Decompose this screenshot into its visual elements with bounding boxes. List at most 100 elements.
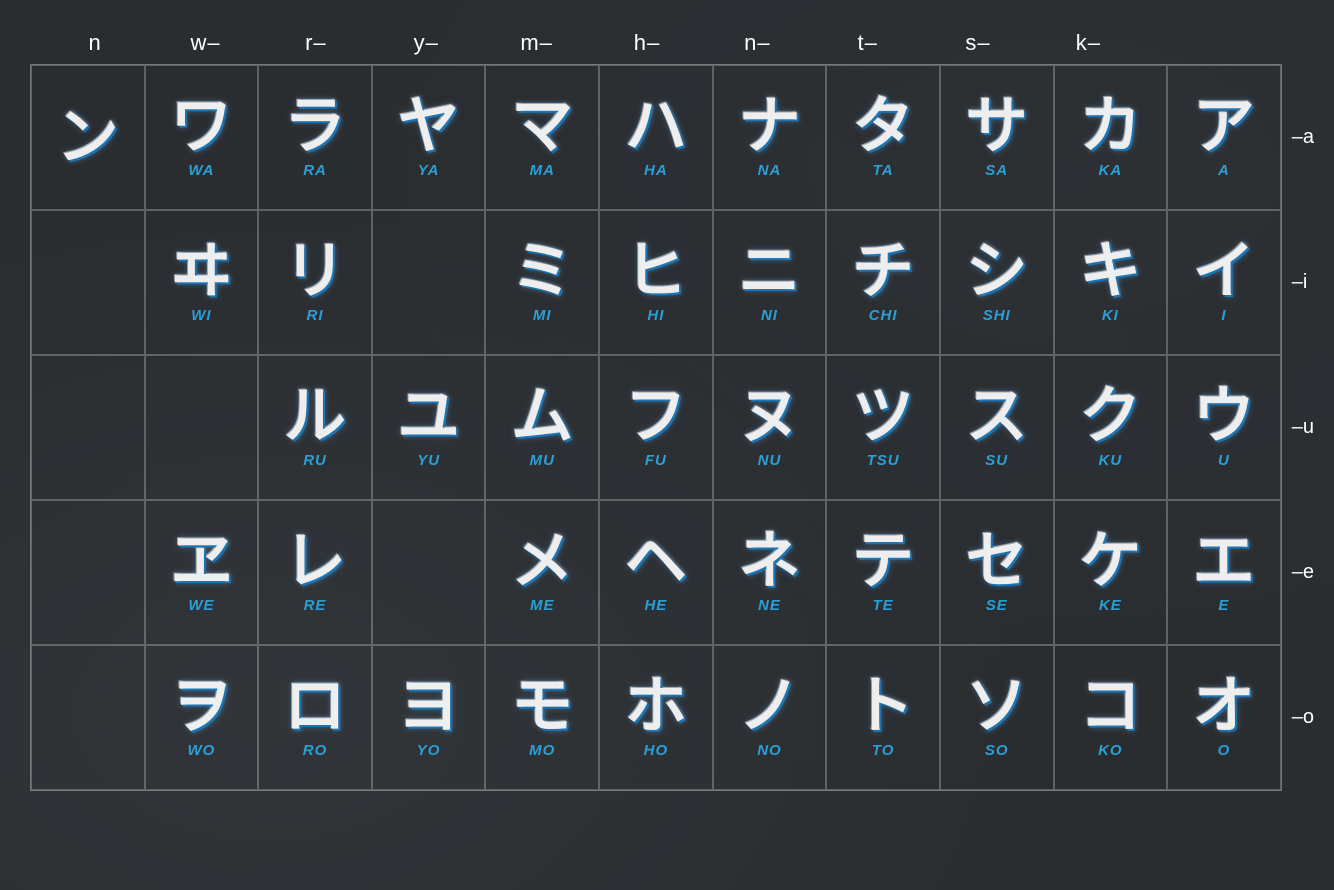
kana-cell-r3-c4[interactable]: メME [485, 500, 599, 645]
kana-romaji-r3-c7: TE [873, 597, 894, 614]
kana-char-r1-c4: ミ [511, 241, 573, 303]
kana-cell-r0-c9[interactable]: カKA [1054, 65, 1168, 210]
kana-cell-r1-c3[interactable] [372, 210, 486, 355]
kana-char-r1-c10: イ [1193, 241, 1255, 303]
kana-cell-r0-c4[interactable]: マMA [485, 65, 599, 210]
kana-char-r3-c9: ケ [1079, 531, 1141, 593]
kana-char-r0-c3: ヤ [398, 96, 460, 158]
kana-romaji-r2-c5: FU [645, 452, 667, 469]
kana-cell-r4-c7[interactable]: トTO [826, 645, 940, 790]
kana-romaji-r4-c1: WO [188, 742, 216, 759]
kana-char-r2-c6: ヌ [738, 386, 800, 448]
kana-cell-r1-c9[interactable]: キKI [1054, 210, 1168, 355]
kana-cell-r2-c5[interactable]: フFU [599, 355, 713, 500]
kana-cell-r2-c7[interactable]: ツTSU [826, 355, 940, 500]
kana-romaji-r4-c3: YO [417, 742, 441, 759]
kana-romaji-r0-c3: YA [418, 162, 440, 179]
kana-cell-r1-c0[interactable] [31, 210, 145, 355]
main-container: nw–r–y–m–h–n–t–s–k– ンワWAラRA ヤ YA マMAハHA ナ NA タ… [0, 0, 1334, 890]
kana-cell-r2-c9[interactable]: クKU [1054, 355, 1168, 500]
kana-cell-r1-c2[interactable]: リRI [258, 210, 372, 355]
kana-cell-r4-c10[interactable]: オO [1167, 645, 1281, 790]
kana-romaji-r2-c8: SU [985, 452, 1008, 469]
kana-cell-r0-c6[interactable]: ナ NA [713, 65, 827, 210]
kana-cell-r4-c5[interactable]: ホHO [599, 645, 713, 790]
col-header-2: r– [261, 30, 371, 56]
kana-romaji-r0-c6: NA [758, 162, 782, 179]
kana-grid: ンワWAラRA ヤ YA マMAハHA ナ NA タTAサSAカKAアA ヰWIリRI ミMIヒ… [30, 64, 1282, 791]
kana-cell-r4-c6[interactable]: ノ NO [713, 645, 827, 790]
kana-cell-r1-c1[interactable]: ヰWI [145, 210, 259, 355]
kana-cell-r4-c9[interactable]: コKO [1054, 645, 1168, 790]
kana-romaji-r2-c6: NU [758, 452, 782, 469]
kana-cell-r2-c2[interactable]: ルRU [258, 355, 372, 500]
kana-cell-r3-c2[interactable]: レRE [258, 500, 372, 645]
kana-cell-r2-c1[interactable] [145, 355, 259, 500]
kana-cell-r3-c8[interactable]: セSE [940, 500, 1054, 645]
kana-cell-r2-c4[interactable]: ムMU [485, 355, 599, 500]
col-header-3: y– [371, 30, 481, 56]
kana-cell-r1-c4[interactable]: ミMI [485, 210, 599, 355]
kana-cell-r0-c5[interactable]: ハHA [599, 65, 713, 210]
kana-romaji-r3-c8: SE [986, 597, 1008, 614]
kana-cell-r0-c0[interactable]: ン [31, 65, 145, 210]
kana-char-r2-c3: ユ [398, 386, 460, 448]
kana-char-r3-c1: ヱ [170, 531, 232, 593]
kana-cell-r3-c3[interactable] [372, 500, 486, 645]
kana-cell-r2-c8[interactable]: ス SU [940, 355, 1054, 500]
kana-cell-r0-c2[interactable]: ラRA [258, 65, 372, 210]
kana-char-r1-c8: シ [966, 241, 1028, 303]
kana-char-r3-c6: ネ [738, 531, 800, 593]
kana-char-r1-c2: リ [284, 241, 346, 303]
kana-cell-r4-c8[interactable]: ソSO [940, 645, 1054, 790]
kana-cell-r0-c1[interactable]: ワWA [145, 65, 259, 210]
kana-cell-r3-c1[interactable]: ヱWE [145, 500, 259, 645]
kana-cell-r0-c7[interactable]: タTA [826, 65, 940, 210]
kana-cell-r2-c3[interactable]: ユYU [372, 355, 486, 500]
kana-cell-r0-c10[interactable]: アA [1167, 65, 1281, 210]
kana-char-r4-c8: ソ [966, 676, 1028, 738]
kana-cell-r4-c2[interactable]: ロRO [258, 645, 372, 790]
kana-romaji-r4-c6: NO [757, 742, 782, 759]
kana-cell-r4-c4[interactable]: モMO [485, 645, 599, 790]
col-header-0: n [40, 30, 150, 56]
kana-cell-r2-c6[interactable]: ヌ NU [713, 355, 827, 500]
kana-romaji-r2-c9: KU [1098, 452, 1122, 469]
kana-char-r4-c6: ノ [738, 676, 800, 738]
col-header-10 [1144, 30, 1254, 56]
kana-cell-r1-c10[interactable]: イI [1167, 210, 1281, 355]
kana-char-r0-c6: ナ [738, 96, 800, 158]
kana-cell-r3-c5[interactable]: ヘHE [599, 500, 713, 645]
kana-cell-r0-c8[interactable]: サSA [940, 65, 1054, 210]
kana-cell-r4-c3[interactable]: ヨYO [372, 645, 486, 790]
kana-romaji-r0-c4: MA [530, 162, 555, 179]
kana-cell-r4-c0[interactable] [31, 645, 145, 790]
kana-cell-r3-c10[interactable]: エE [1167, 500, 1281, 645]
kana-cell-r1-c7[interactable]: チCHI [826, 210, 940, 355]
kana-char-r4-c2: ロ [284, 676, 346, 738]
kana-cell-r1-c8[interactable]: シSHI [940, 210, 1054, 355]
kana-char-r3-c10: エ [1193, 531, 1255, 593]
kana-cell-r2-c10[interactable]: ウU [1167, 355, 1281, 500]
kana-char-r2-c10: ウ [1193, 386, 1255, 448]
kana-romaji-r0-c2: RA [303, 162, 327, 179]
column-headers: nw–r–y–m–h–n–t–s–k– [40, 30, 1314, 56]
kana-cell-r1-c6[interactable]: ニNI [713, 210, 827, 355]
kana-char-r4-c7: ト [852, 676, 914, 738]
kana-char-r4-c4: モ [511, 676, 573, 738]
col-header-1: w– [150, 30, 260, 56]
kana-cell-r1-c5[interactable]: ヒHI [599, 210, 713, 355]
kana-cell-r3-c7[interactable]: テTE [826, 500, 940, 645]
row-labels: –a–i–u–e–o [1282, 64, 1314, 791]
kana-cell-r3-c9[interactable]: ケKE [1054, 500, 1168, 645]
kana-romaji-r3-c5: HE [644, 597, 667, 614]
kana-char-r4-c9: コ [1079, 676, 1141, 738]
kana-romaji-r1-c10: I [1221, 307, 1226, 324]
kana-cell-r0-c3[interactable]: ヤ YA [372, 65, 486, 210]
kana-cell-r3-c0[interactable] [31, 500, 145, 645]
kana-char-r2-c8: ス [966, 386, 1028, 448]
kana-cell-r4-c1[interactable]: ヲWO [145, 645, 259, 790]
kana-cell-r2-c0[interactable] [31, 355, 145, 500]
kana-cell-r3-c6[interactable]: ネNE [713, 500, 827, 645]
kana-romaji-r1-c5: HI [647, 307, 664, 324]
